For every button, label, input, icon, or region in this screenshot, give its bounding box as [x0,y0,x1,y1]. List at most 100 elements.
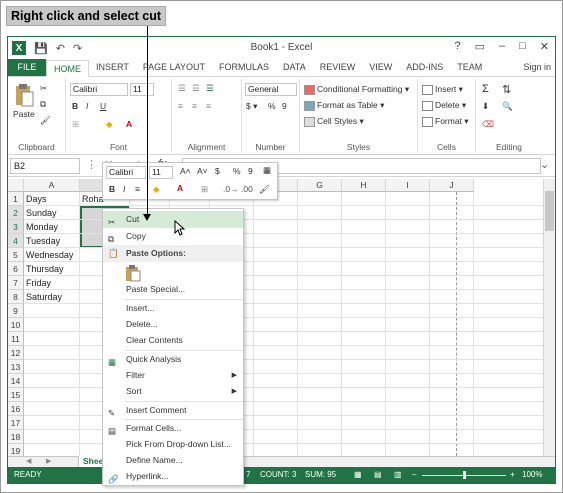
cut-icon[interactable]: ✂ [40,83,47,94]
row-header-18[interactable]: 18 [8,430,24,444]
mini-format-painter-icon[interactable]: 🖌 [259,184,270,195]
row-header-3[interactable]: 3 [8,220,24,234]
insert-cells-button[interactable]: Insert ▾ [422,84,463,95]
paste-button[interactable]: Paste [13,109,35,119]
worksheet-grid[interactable]: Days Roha 20 20 Sunday Monday Tuesday We… [8,179,545,456]
autosum-icon[interactable]: Σ [482,83,489,95]
align-middle-icon[interactable]: ☰ [192,83,200,94]
menu-pick-dropdown[interactable]: Pick From Drop-down List... [103,436,243,453]
row-header-9[interactable]: 9 [8,304,24,318]
help-icon[interactable]: ? [454,40,460,53]
format-painter-icon[interactable]: 🖌 [40,115,51,126]
tab-data[interactable]: DATA [276,59,313,76]
close-icon[interactable]: ✕ [540,40,549,53]
zoom-slider-thumb[interactable] [463,471,466,479]
mini-align-icon[interactable]: ≡ [135,184,140,194]
paste-clipboard-icon[interactable] [125,264,141,282]
row-header-4[interactable]: 4 [8,234,24,248]
mini-italic-button[interactable]: I [123,184,125,194]
font-color-icon[interactable]: A [126,119,132,129]
sort-filter-icon[interactable]: ⇅ [502,83,511,96]
cell-a2[interactable]: Sunday [24,206,57,220]
row-header-7[interactable]: 7 [8,276,24,290]
column-header-h[interactable]: H [342,179,386,192]
menu-paste-special[interactable]: Paste Special... [103,281,243,298]
maximize-icon[interactable]: □ [519,40,526,53]
cell-a5[interactable]: Wednesday [24,248,73,262]
delete-cells-button[interactable]: Delete ▾ [422,100,466,111]
mini-format-table-icon[interactable]: ▦ [263,165,271,176]
zoom-out-icon[interactable]: – [412,467,416,483]
borders-icon[interactable]: ⊞ [72,119,79,130]
italic-button[interactable]: I [86,101,88,111]
mini-percent-button[interactable]: % [233,166,241,176]
page-layout-view-icon[interactable]: ▤ [374,467,382,483]
row-header-15[interactable]: 15 [8,388,24,402]
currency-button[interactable]: $ ▾ [246,101,257,112]
row-header-16[interactable]: 16 [8,402,24,416]
menu-sort[interactable]: Sort ▶ [103,383,243,400]
comma-button[interactable]: 9 [282,101,287,111]
row-header-13[interactable]: 13 [8,360,24,374]
column-header-g[interactable]: G [298,179,342,192]
row-header-8[interactable]: 8 [8,290,24,304]
menu-quick-analysis[interactable]: ▦ Quick Analysis [103,351,243,368]
find-select-icon[interactable]: 🔍 [502,101,513,112]
cell-a6[interactable]: Thursday [24,262,64,276]
menu-insert[interactable]: Insert... [103,300,243,317]
conditional-formatting-button[interactable]: Conditional Formatting ▾ [304,84,409,95]
mini-shrink-font-button[interactable]: A˅ [197,166,208,176]
paste-icon[interactable] [14,83,34,107]
row-header-17[interactable]: 17 [8,416,24,430]
column-header-j[interactable]: J [430,179,474,192]
row-header-2[interactable]: 2 [8,206,24,220]
tab-insert[interactable]: INSERT [89,59,136,76]
align-top-icon[interactable]: ☰ [178,83,186,94]
cell-a1[interactable]: Days [24,192,47,206]
align-center-icon[interactable]: ≡ [192,101,197,111]
zoom-in-icon[interactable]: + [510,467,515,483]
zoom-level[interactable]: 100% [522,467,542,483]
tab-team[interactable]: TEAM [450,59,489,76]
vertical-scrollbar[interactable] [543,179,555,456]
mini-borders-icon[interactable]: ⊞ [201,184,208,195]
bold-button[interactable]: B [72,101,78,111]
tab-review[interactable]: REVIEW [313,59,363,76]
page-break-view-icon[interactable]: ▥ [394,467,402,483]
mini-decrease-decimal-icon[interactable]: .00 [241,184,253,194]
cell-a4[interactable]: Tuesday [24,234,60,248]
menu-hyperlink[interactable]: 🔗 Hyperlink... [103,468,243,485]
row-header-6[interactable]: 6 [8,262,24,276]
row-header-12[interactable]: 12 [8,346,24,360]
row-header-19[interactable]: 19 [8,444,24,456]
menu-insert-comment[interactable]: ✎ Insert Comment [103,402,243,419]
align-bottom-icon[interactable]: ☰ [206,83,214,94]
row-header-1[interactable]: 1 [8,192,24,206]
row-header-11[interactable]: 11 [8,332,24,346]
mini-size-select[interactable]: 11 [149,166,173,179]
clear-icon[interactable]: ⌫ [482,119,494,130]
copy-icon[interactable]: ⧉ [40,99,46,110]
menu-define-name[interactable]: Define Name... [103,452,243,469]
mini-increase-decimal-icon[interactable]: .0→ [223,184,239,194]
percent-button[interactable]: % [268,101,276,111]
fill-icon[interactable]: ⬇ [482,101,489,112]
mini-font-color-icon[interactable]: A [177,183,183,193]
tab-formulas[interactable]: FORMULAS [212,59,276,76]
column-header-a[interactable]: A [24,179,80,192]
tab-add-ins[interactable]: ADD-INS [399,59,450,76]
mini-fill-color-icon[interactable]: ◆ [153,184,160,195]
sheet-nav-prev-icon[interactable]: ◀ [26,457,31,465]
select-all-corner[interactable] [8,179,24,192]
mini-bold-button[interactable]: B [109,184,115,194]
mini-grow-font-button[interactable]: A˄ [180,166,191,176]
sign-in-link[interactable]: Sign in [523,62,551,72]
menu-delete[interactable]: Delete... [103,316,243,333]
menu-cut[interactable]: ✂ Cut [103,211,243,228]
ribbon-display-icon[interactable]: ▭ [475,40,485,53]
menu-copy[interactable]: ⧉ Copy [103,228,243,245]
menu-filter[interactable]: Filter ▶ [103,367,243,384]
normal-view-icon[interactable]: ▦ [354,467,362,483]
cell-a7[interactable]: Friday [24,276,51,290]
underline-button[interactable]: U [100,101,106,111]
